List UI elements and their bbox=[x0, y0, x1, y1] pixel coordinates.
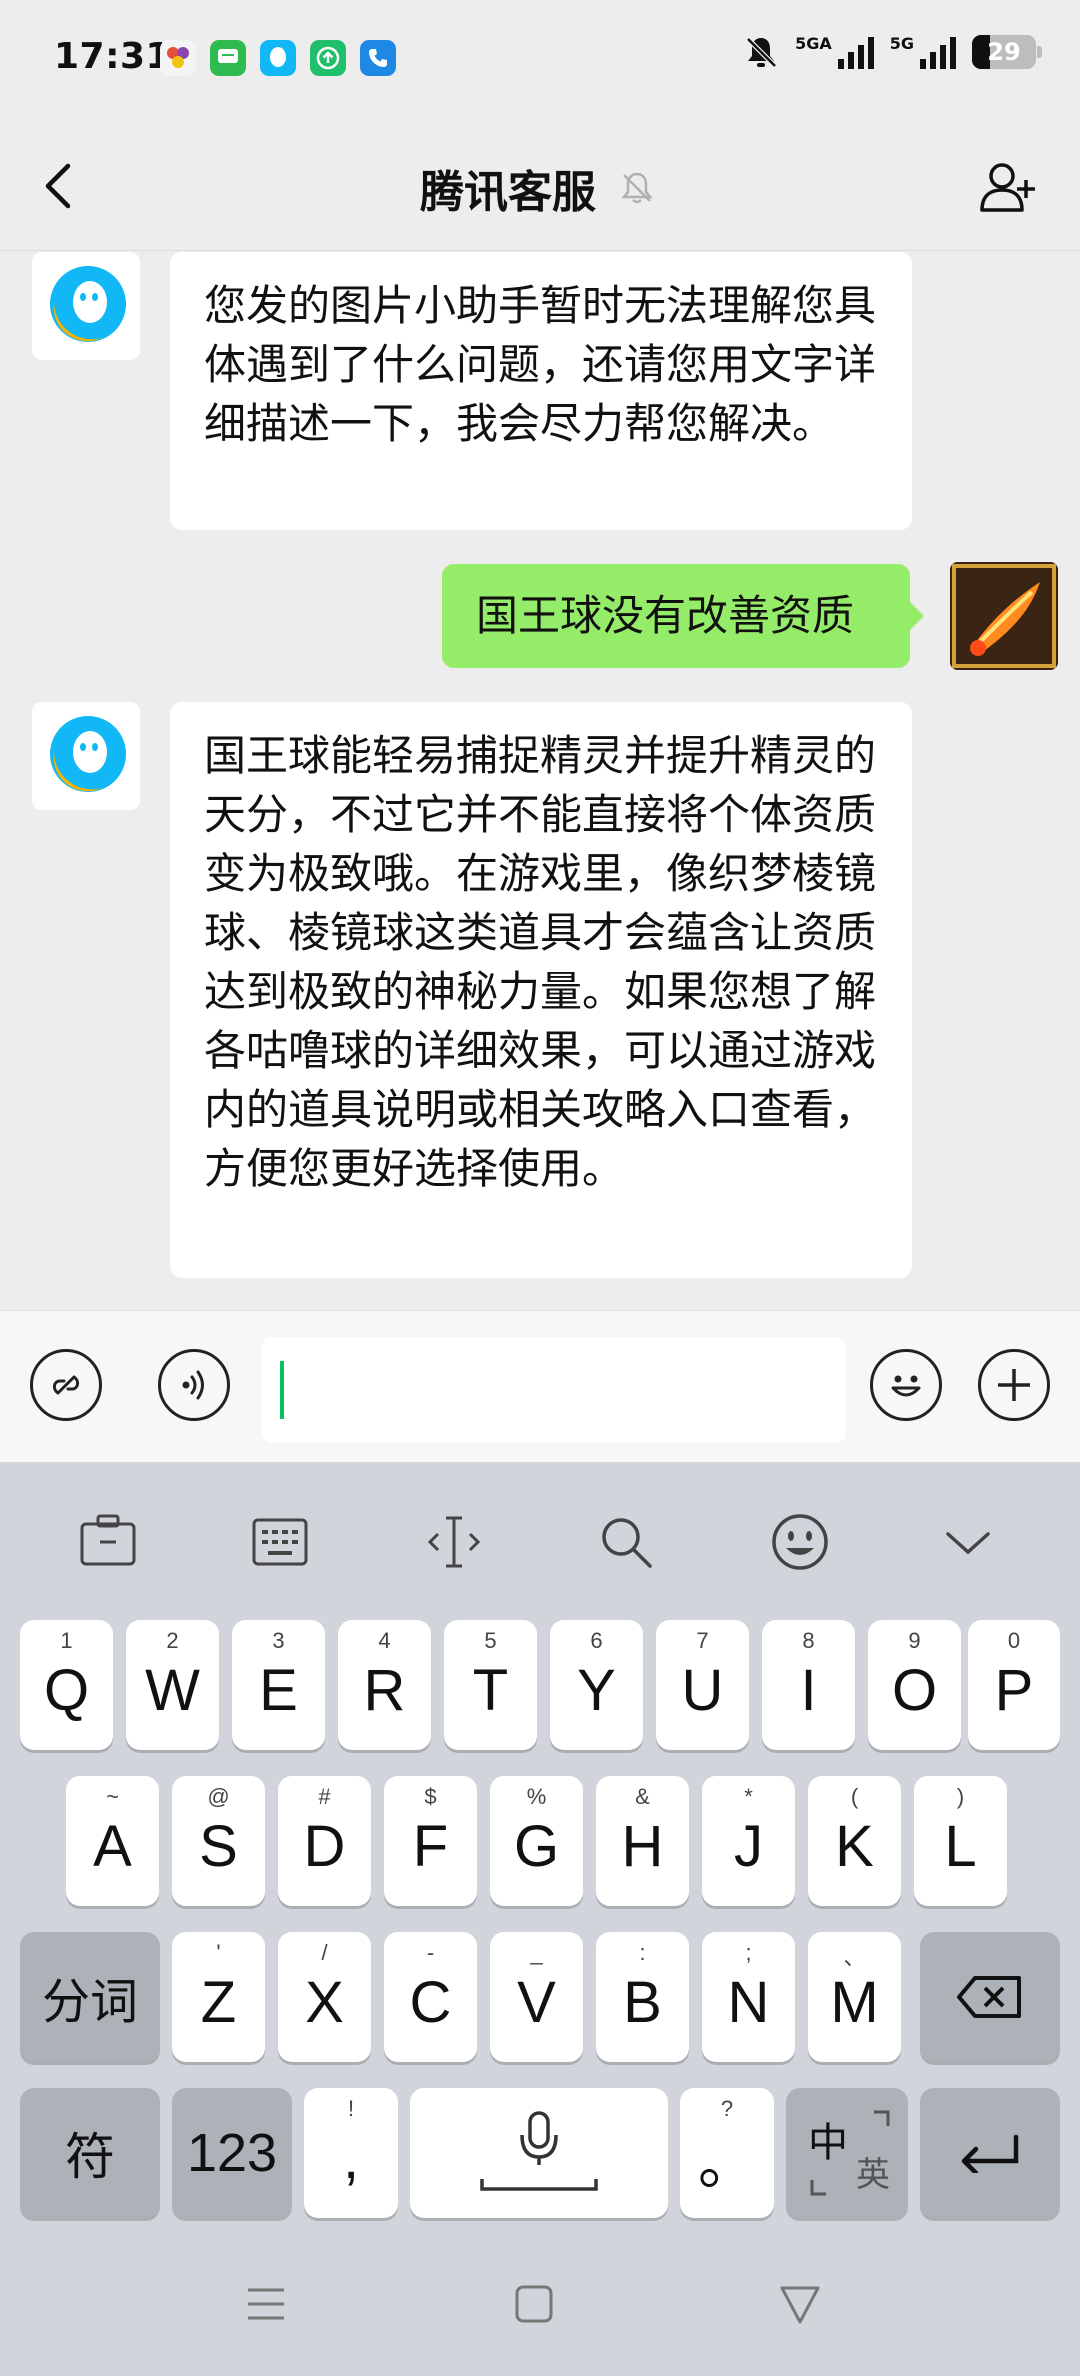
notification-icons bbox=[160, 40, 396, 76]
symbol-key[interactable]: 符 bbox=[20, 2088, 160, 2218]
key-t[interactable]: 5T bbox=[444, 1620, 537, 1750]
message-bubble-bot[interactable]: 您发的图片小助手暂时无法理解您具体遇到了什么问题，还请您用文字详细描述一下，我会… bbox=[170, 252, 912, 530]
space-key[interactable] bbox=[410, 2088, 668, 2218]
key-g[interactable]: % G bbox=[490, 1776, 583, 1906]
emoji-button[interactable] bbox=[870, 1349, 942, 1421]
home-nav-icon[interactable] bbox=[510, 2280, 558, 2328]
mini-program-button[interactable] bbox=[30, 1349, 102, 1421]
voice-icon bbox=[182, 1370, 204, 1400]
comma-key[interactable]: !, bbox=[304, 2088, 398, 2218]
cursor-move-icon[interactable] bbox=[422, 1510, 486, 1574]
search-icon[interactable] bbox=[594, 1510, 658, 1574]
key-a[interactable]: ~ A bbox=[66, 1776, 159, 1906]
key-e[interactable]: 3E bbox=[232, 1620, 325, 1750]
microphone-icon bbox=[480, 2111, 598, 2191]
period-key[interactable]: ?。 bbox=[680, 2088, 774, 2218]
key-y[interactable]: 6Y bbox=[550, 1620, 643, 1750]
backspace-icon bbox=[957, 1976, 1021, 2018]
emoji-panel-icon[interactable] bbox=[768, 1510, 832, 1574]
message-bubble-user[interactable]: 国王球没有改善资质 bbox=[442, 564, 924, 668]
key-o[interactable]: 9O bbox=[868, 1620, 961, 1750]
qq-service-logo-icon bbox=[50, 716, 126, 792]
status-time: 17:31 bbox=[54, 36, 172, 77]
upload-app-icon bbox=[310, 40, 346, 76]
key-z[interactable]: ' Z bbox=[172, 1932, 265, 2062]
key-f[interactable]: $ F bbox=[384, 1776, 477, 1906]
key-p[interactable]: 0P bbox=[968, 1620, 1060, 1750]
message-app-icon bbox=[210, 40, 246, 76]
key-n[interactable]: ; N bbox=[702, 1932, 795, 2062]
key-b[interactable]: :B bbox=[596, 1932, 689, 2062]
qq-service-logo-icon bbox=[50, 266, 126, 342]
signal-icon-2 bbox=[920, 35, 956, 69]
key-i[interactable]: 8I bbox=[762, 1620, 855, 1750]
plus-icon bbox=[998, 1369, 1030, 1401]
network-label-2: 5G bbox=[889, 34, 914, 53]
keyboard-layout-icon[interactable] bbox=[248, 1510, 312, 1574]
chat-title: 腾讯客服 bbox=[420, 167, 596, 218]
smiley-icon bbox=[891, 1375, 921, 1397]
clipboard-icon[interactable] bbox=[76, 1510, 140, 1574]
battery-level: 29 bbox=[987, 38, 1021, 66]
key-k[interactable]: (K bbox=[808, 1776, 901, 1906]
enter-icon bbox=[961, 2134, 1019, 2173]
text-cursor bbox=[280, 1361, 284, 1419]
input-bar bbox=[0, 1310, 1080, 1463]
message-input[interactable] bbox=[262, 1337, 846, 1443]
system-icons: 5GA 5G 29 bbox=[743, 34, 1042, 70]
key-j[interactable]: * J bbox=[702, 1776, 795, 1906]
soft-keyboard: 1Q 2W 3E 4R 5T 6Y 7U 8I 9O 0P ~ A @ S # D $… bbox=[0, 1462, 1080, 2376]
key-c[interactable]: -C bbox=[384, 1932, 477, 2062]
key-l[interactable]: ) L bbox=[914, 1776, 1007, 1906]
back-arrow-icon[interactable] bbox=[38, 160, 82, 212]
battery-icon: 29 bbox=[972, 35, 1042, 69]
key-segment[interactable]: 分词 bbox=[20, 1932, 160, 2062]
collapse-keyboard-icon[interactable] bbox=[936, 1510, 1000, 1574]
key-r[interactable]: 4R bbox=[338, 1620, 431, 1750]
qq-app-icon bbox=[260, 40, 296, 76]
numbers-key[interactable]: 123 bbox=[172, 2088, 292, 2218]
keyboard-toolbar bbox=[0, 1462, 1080, 1602]
key-w[interactable]: 2W bbox=[126, 1620, 219, 1750]
bot-avatar[interactable] bbox=[32, 702, 140, 810]
message-bubble-bot[interactable]: 国王球能轻易捕捉精灵并提升精灵的天分，不过它并不能直接将个体资质变为极致哦。在游… bbox=[170, 702, 912, 1278]
voice-button[interactable] bbox=[158, 1349, 230, 1421]
menu-nav-icon[interactable] bbox=[242, 2280, 290, 2328]
chat-title-group: 腾讯客服 bbox=[420, 156, 656, 220]
phone-app-icon bbox=[360, 40, 396, 76]
game-character-avatar-icon bbox=[950, 562, 1058, 670]
link-icon bbox=[52, 1375, 80, 1395]
more-button[interactable] bbox=[978, 1349, 1050, 1421]
key-d[interactable]: # D bbox=[278, 1776, 371, 1906]
network-label-1: 5GA bbox=[795, 34, 832, 53]
add-member-icon[interactable] bbox=[976, 158, 1040, 214]
key-h[interactable]: & H bbox=[596, 1776, 689, 1906]
language-switch-key[interactable]: 中 英 bbox=[786, 2088, 908, 2218]
enter-key[interactable] bbox=[920, 2088, 1060, 2218]
key-v[interactable]: _ V bbox=[490, 1932, 583, 2062]
key-q[interactable]: 1Q bbox=[20, 1620, 113, 1750]
pinwheel-app-icon bbox=[160, 40, 196, 76]
backspace-key[interactable] bbox=[920, 1932, 1060, 2062]
bot-avatar[interactable] bbox=[32, 252, 140, 360]
signal-icon-1 bbox=[837, 35, 874, 69]
key-u[interactable]: 7U bbox=[656, 1620, 749, 1750]
chat-header: 腾讯客服 bbox=[0, 120, 1080, 251]
key-x[interactable]: / X bbox=[278, 1932, 371, 2062]
back-nav-icon[interactable] bbox=[776, 2280, 824, 2328]
status-bar: 17:31 5GA 5G 29 bbox=[0, 0, 1080, 120]
user-avatar[interactable] bbox=[950, 562, 1058, 670]
muted-bell-icon bbox=[621, 172, 653, 204]
message-list[interactable]: 您发的图片小助手暂时无法理解您具体遇到了什么问题，还请您用文字详细描述一下，我会… bbox=[0, 250, 1080, 1310]
key-m[interactable]: 、 M bbox=[808, 1932, 901, 2062]
mute-bell-icon bbox=[746, 37, 777, 68]
key-s[interactable]: @ S bbox=[172, 1776, 265, 1906]
